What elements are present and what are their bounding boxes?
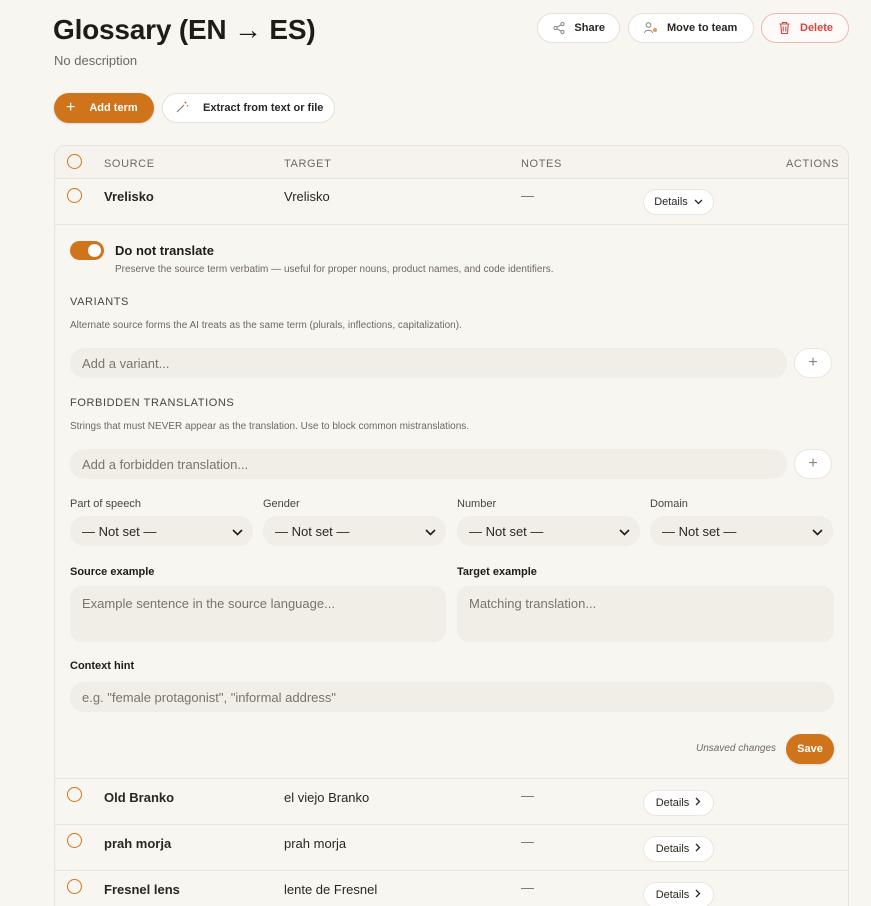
chevron-down-icon	[619, 524, 630, 539]
variant-input[interactable]: Add a variant...	[70, 348, 787, 378]
chevron-right-icon	[695, 797, 701, 809]
details-label: Details	[655, 889, 690, 901]
gender-value: — Not set —	[275, 523, 350, 539]
chevron-down-icon	[232, 524, 243, 539]
move-to-team-icon	[643, 20, 659, 36]
number-value: — Not set —	[469, 523, 544, 539]
gender-select[interactable]: — Not set —	[263, 516, 446, 546]
source-cell: Fresnel lens	[104, 882, 180, 897]
page-title: Glossary (EN → ES)	[53, 14, 316, 45]
column-source: SOURCE	[104, 158, 155, 170]
table-row[interactable]: Old Branko el viejo Branko — Details	[55, 779, 848, 825]
plus-icon: +	[66, 99, 76, 116]
table-row[interactable]: prah morja prah morja — Details	[55, 825, 848, 871]
variants-title: VARIANTS	[70, 296, 129, 308]
extract-button[interactable]: Extract from text or file	[162, 93, 335, 123]
details-button[interactable]: Details	[643, 189, 714, 215]
forbidden-help: Strings that must NEVER appear as the tr…	[70, 421, 470, 432]
forbidden-input[interactable]: Add a forbidden translation...	[70, 449, 787, 479]
unsaved-changes-label: Unsaved changes	[696, 743, 777, 754]
delete-button[interactable]: Delete	[761, 13, 849, 43]
number-label: Number	[457, 498, 497, 510]
glossary-table: SOURCE TARGET NOTES ACTIONS Vrelisko Vre…	[54, 145, 849, 906]
add-term-label: Add term	[89, 102, 138, 114]
source-example-label: Source example	[70, 566, 155, 578]
notes-cell: —	[521, 788, 534, 803]
add-variant-button[interactable]: +	[794, 348, 832, 378]
domain-label: Domain	[650, 498, 688, 510]
column-actions: ACTIONS	[786, 158, 840, 170]
do-not-translate-toggle[interactable]	[70, 241, 104, 260]
target-cell: el viejo Branko	[284, 790, 370, 805]
row-select-radio[interactable]	[67, 833, 82, 848]
page-description: No description	[54, 53, 138, 68]
select-all-radio[interactable]	[67, 154, 82, 169]
context-hint-label: Context hint	[70, 660, 135, 672]
plus-icon: +	[808, 354, 818, 371]
target-cell: lente de Fresnel	[284, 882, 378, 897]
row-select-radio[interactable]	[67, 188, 82, 203]
chevron-down-icon	[425, 524, 436, 539]
part-of-speech-select[interactable]: — Not set —	[70, 516, 253, 546]
table-header: SOURCE TARGET NOTES ACTIONS	[55, 146, 848, 179]
target-example-textarea[interactable]: Matching translation...	[457, 586, 834, 642]
domain-value: — Not set —	[662, 523, 737, 539]
gender-label: Gender	[263, 498, 300, 510]
table-row[interactable]: Vrelisko Vrelisko — Details	[55, 179, 848, 225]
save-button[interactable]: Save	[786, 734, 834, 764]
column-notes: NOTES	[521, 158, 562, 170]
share-button[interactable]: Share	[537, 13, 620, 43]
extract-label: Extract from text or file	[203, 102, 324, 114]
source-cell: Vrelisko	[104, 189, 154, 204]
notes-cell: —	[521, 880, 534, 895]
move-to-team-label: Move to team	[667, 22, 738, 34]
share-icon	[552, 20, 566, 36]
add-term-button[interactable]: + Add term	[54, 93, 154, 123]
chevron-down-icon	[694, 196, 703, 208]
table-row[interactable]: Fresnel lens lente de Fresnel — Details	[55, 871, 848, 906]
delete-label: Delete	[800, 22, 834, 34]
term-details-panel: Do not translate Preserve the source ter…	[55, 226, 848, 779]
source-example-textarea[interactable]: Example sentence in the source language.…	[70, 586, 446, 642]
details-label: Details	[654, 196, 688, 208]
trash-icon	[776, 20, 792, 36]
row-select-radio[interactable]	[67, 787, 82, 802]
do-not-translate-help: Preserve the source term verbatim — usef…	[115, 264, 554, 275]
target-cell: prah morja	[284, 836, 347, 851]
details-button[interactable]: Details	[643, 790, 714, 816]
chevron-right-icon	[695, 889, 701, 901]
details-button[interactable]: Details	[643, 836, 714, 862]
notes-cell: —	[521, 188, 534, 203]
context-hint-input[interactable]: e.g. "female protagonist", "informal add…	[70, 682, 834, 712]
add-forbidden-button[interactable]: +	[794, 449, 832, 479]
plus-icon: +	[808, 455, 818, 472]
part-of-speech-label: Part of speech	[70, 498, 141, 510]
number-select[interactable]: — Not set —	[457, 516, 640, 546]
part-of-speech-value: — Not set —	[82, 523, 157, 539]
details-label: Details	[655, 797, 690, 809]
target-example-label: Target example	[457, 566, 537, 578]
variants-help: Alternate source forms the AI treats as …	[70, 320, 462, 331]
chevron-down-icon	[812, 524, 823, 539]
notes-cell: —	[521, 834, 534, 849]
source-cell: prah morja	[104, 836, 172, 851]
target-cell: Vrelisko	[284, 189, 330, 204]
details-button[interactable]: Details	[643, 882, 714, 906]
forbidden-title: FORBIDDEN TRANSLATIONS	[70, 397, 235, 409]
chevron-right-icon	[695, 843, 701, 855]
share-label: Share	[574, 22, 605, 34]
row-select-radio[interactable]	[67, 879, 82, 894]
magic-wand-icon	[175, 100, 189, 117]
domain-select[interactable]: — Not set —	[650, 516, 833, 546]
details-label: Details	[655, 843, 690, 855]
toggle-knob	[88, 244, 101, 257]
move-to-team-button[interactable]: Move to team	[628, 13, 754, 43]
column-target: TARGET	[284, 158, 332, 170]
do-not-translate-label: Do not translate	[115, 243, 214, 258]
source-cell: Old Branko	[104, 790, 175, 805]
